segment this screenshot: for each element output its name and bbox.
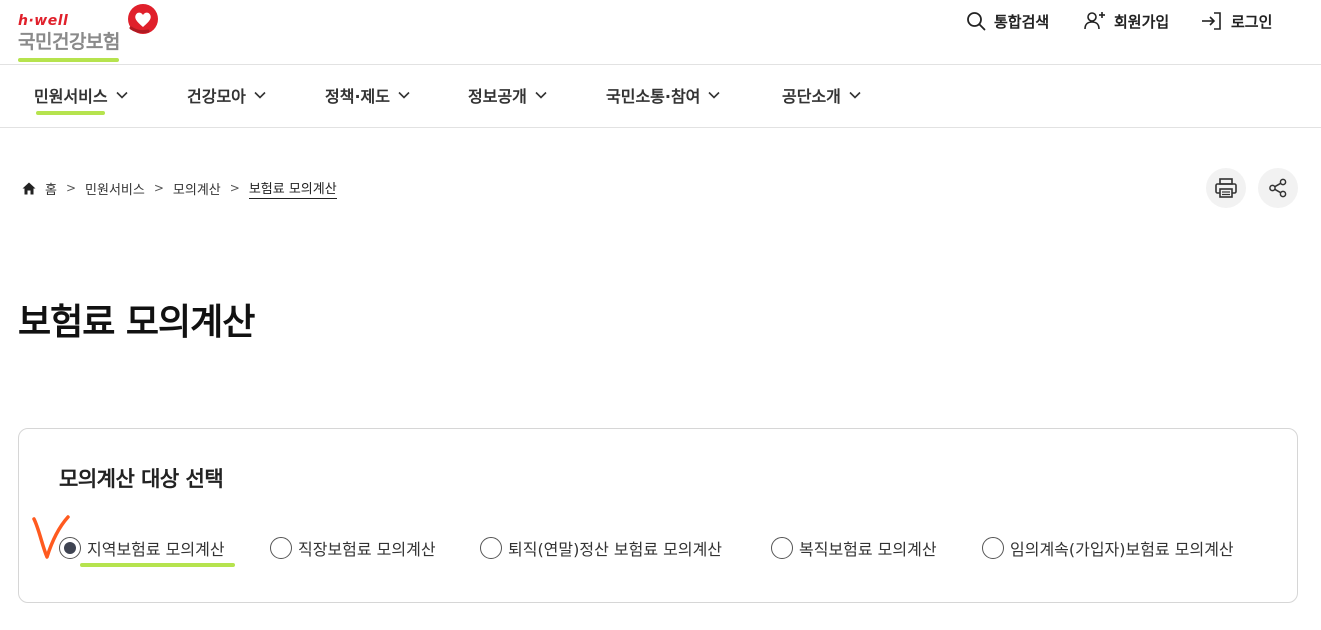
home-icon [22,182,36,194]
header-divider [0,64,1321,65]
gnb-divider [0,127,1321,128]
radio-retirement-settlement-premium[interactable]: 퇴직(연말)정산 보험료 모의계산 [480,536,722,560]
chevron-down-icon [116,91,128,99]
gnb-item-about[interactable]: 공단소개 [782,84,861,106]
chevron-right-icon: > [65,181,77,195]
signup-link[interactable]: 회원가입 [1084,10,1169,32]
user-plus-icon [1084,12,1105,30]
breadcrumb-simulation[interactable]: 모의계산 [173,179,221,198]
share-icon [1269,178,1287,198]
site-logo[interactable]: h·well 국민건강보험 [18,4,168,62]
radio-voluntary-continuation-premium[interactable]: 임의계속(가입자)보험료 모의계산 [982,536,1234,560]
integrated-search-label: 통합검색 [994,12,1050,31]
radio-button[interactable] [480,537,502,559]
radio-label: 지역보험료 모의계산 [87,540,225,559]
gnb-item-label: 건강모아 [187,87,246,106]
chevron-down-icon [398,91,410,99]
chevron-down-icon [849,91,861,99]
integrated-search-link[interactable]: 통합검색 [966,10,1049,32]
panel-title: 모의계산 대상 선택 [59,467,224,491]
logo-name: 국민건강보험 [18,31,120,53]
chevron-right-icon: > [153,181,164,195]
chevron-down-icon [254,91,266,99]
radio-workplace-premium[interactable]: 직장보험료 모의계산 [270,536,436,560]
chevron-down-icon [708,91,720,99]
selected-option-underline [80,563,235,567]
chevron-right-icon: > [229,181,240,195]
radio-button[interactable] [270,537,292,559]
radio-label: 퇴직(연말)정산 보험료 모의계산 [508,540,723,559]
breadcrumb: 홈 > 민원서비스 > 모의계산 > 보험료 모의계산 [22,178,337,199]
login-label: 로그인 [1231,12,1273,31]
page-title: 보험료 모의계산 [18,302,255,343]
chevron-down-icon [535,91,547,99]
radio-button[interactable] [771,537,793,559]
radio-button[interactable] [982,537,1004,559]
breadcrumb-home[interactable]: 홈 [45,179,57,198]
radio-label: 복직보험료 모의계산 [799,540,937,559]
radio-button[interactable] [59,537,81,559]
heart-logo-icon [128,4,158,34]
gnb-item-civil-service[interactable]: 민원서비스 [34,84,128,106]
gnb-active-indicator [36,111,105,115]
gnb-item-label: 정책·제도 [325,87,390,106]
signup-label: 회원가입 [1114,12,1170,31]
radio-regional-premium[interactable]: 지역보험료 모의계산 [59,536,225,560]
gnb-item-health-moa[interactable]: 건강모아 [187,84,266,106]
gnb-item-communication[interactable]: 국민소통·참여 [606,84,720,106]
breadcrumb-civil-service[interactable]: 민원서비스 [85,179,145,198]
breadcrumb-current[interactable]: 보험료 모의계산 [248,178,337,199]
login-icon [1202,12,1221,30]
logo-underline [18,58,119,62]
gnb-item-label: 정보공개 [468,87,527,106]
radio-label: 임의계속(가입자)보험료 모의계산 [1010,540,1234,559]
share-button[interactable] [1258,168,1298,208]
gnb-item-label: 민원서비스 [34,87,108,106]
gnb-item-info-disclosure[interactable]: 정보공개 [468,84,547,106]
radio-reinstatement-premium[interactable]: 복직보험료 모의계산 [771,536,937,560]
login-link[interactable]: 로그인 [1201,10,1272,32]
gnb-item-label: 공단소개 [782,87,841,106]
printer-icon [1215,178,1237,198]
print-button[interactable] [1206,168,1246,208]
simulation-target-panel: 모의계산 대상 선택 지역보험료 모의계산 직장보험료 모의계산 퇴직(연말)정… [18,428,1298,603]
gnb-item-policy[interactable]: 정책·제도 [325,84,410,106]
gnb-item-label: 국민소통·참여 [606,87,701,106]
search-icon [967,12,986,31]
radio-label: 직장보험료 모의계산 [298,540,436,559]
